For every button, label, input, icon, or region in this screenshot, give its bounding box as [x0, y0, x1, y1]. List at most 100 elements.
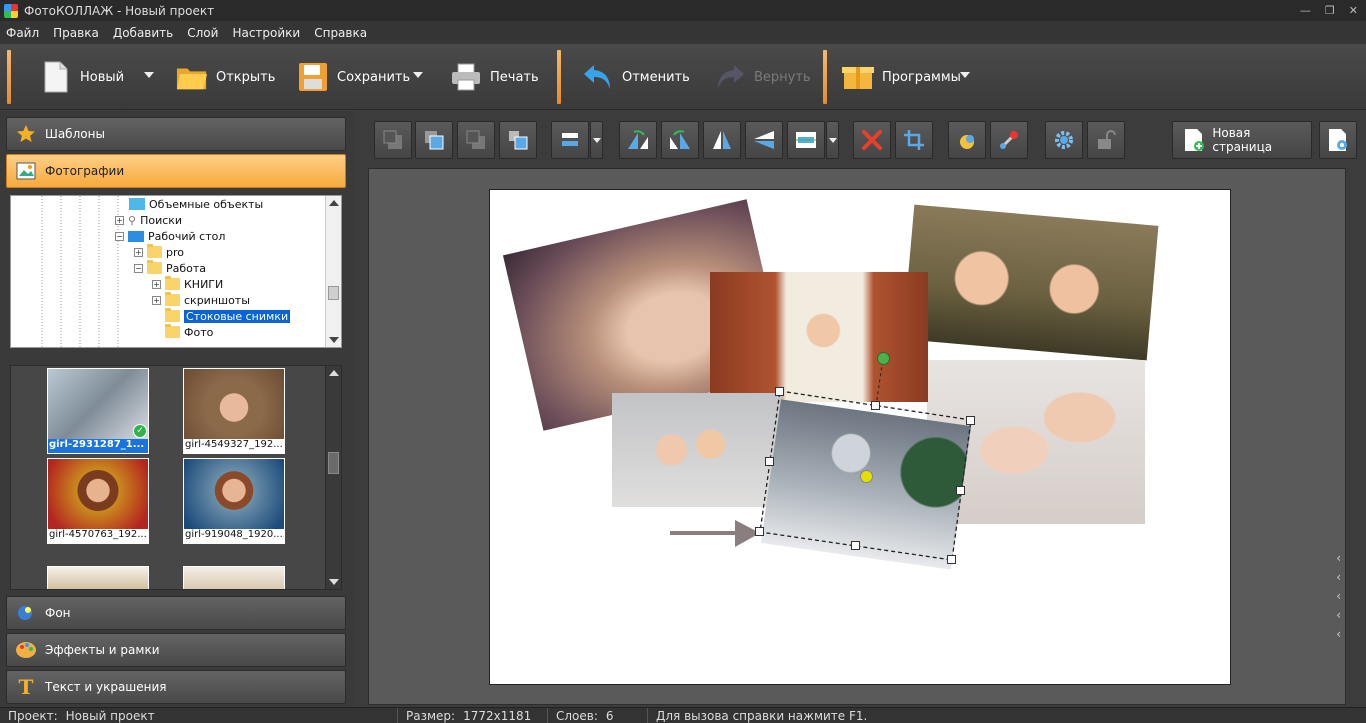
text-section-header[interactable]: T Текст и украшения: [6, 670, 346, 704]
lock-button[interactable]: [1087, 121, 1125, 159]
chevron-left-icon[interactable]: ‹: [1336, 608, 1341, 622]
collapse-icon[interactable]: −: [115, 231, 124, 241]
crop-button[interactable]: [895, 121, 933, 159]
menu-layer[interactable]: Слой: [187, 26, 218, 40]
rotate-handle[interactable]: [877, 352, 890, 365]
close-icon[interactable]: ✕: [1349, 4, 1358, 17]
open-button[interactable]: Открыть: [176, 50, 275, 104]
thumbnail-item[interactable]: ✓ girl-2931287_1...: [47, 368, 149, 454]
send-backward-button[interactable]: [457, 121, 495, 159]
resize-handle[interactable]: [966, 416, 975, 425]
print-button[interactable]: Печать: [450, 50, 539, 104]
folder-tree[interactable]: Объемные объекты + ⚲ Поиски − Рабочий ст…: [10, 195, 342, 348]
scroll-up-icon[interactable]: [329, 370, 339, 376]
delete-button[interactable]: [853, 121, 891, 159]
tree-scrollbar[interactable]: [325, 196, 341, 347]
selection-overlay: [670, 357, 972, 561]
thumbnail-item[interactable]: girl-4549327_192...: [183, 368, 285, 454]
workspace: ‹ ‹ ‹ ‹ ‹: [368, 168, 1346, 705]
rotate-left-button[interactable]: [619, 121, 657, 159]
background-section-header[interactable]: Фон: [6, 596, 346, 630]
new-page-button[interactable]: Новая страница: [1172, 121, 1312, 159]
tree-item[interactable]: + КНИГИ: [152, 276, 223, 292]
bring-forward-button[interactable]: [499, 121, 537, 159]
tree-item[interactable]: + ⚲ Поиски: [115, 212, 182, 228]
undo-arrow-icon: [582, 59, 614, 95]
resize-handle[interactable]: [775, 387, 784, 396]
menu-help[interactable]: Справка: [314, 26, 367, 40]
chevron-left-icon[interactable]: ‹: [1336, 570, 1341, 584]
effects-button[interactable]: [948, 121, 986, 159]
rotate-right-button[interactable]: [661, 121, 699, 159]
align-icon: [562, 133, 578, 146]
menu-file[interactable]: Файл: [6, 26, 39, 40]
programs-dropdown-icon[interactable]: [960, 72, 970, 78]
chevron-left-icon[interactable]: ‹: [1336, 589, 1341, 603]
bring-to-front-icon: [425, 131, 444, 150]
expand-icon[interactable]: +: [152, 279, 161, 289]
templates-section-header[interactable]: Шаблоны: [6, 117, 346, 151]
chevron-left-icon[interactable]: ‹: [1336, 627, 1341, 641]
center-handle[interactable]: [860, 470, 873, 483]
status-hint: Для вызова справки нажмите F1.: [656, 708, 868, 723]
collapse-icon[interactable]: −: [134, 263, 143, 273]
menu-edit[interactable]: Правка: [53, 26, 99, 40]
resize-handle[interactable]: [755, 527, 764, 536]
effects-section-header[interactable]: Эффекты и рамки: [6, 633, 346, 667]
tree-item[interactable]: + pro: [134, 244, 184, 260]
flip-horizontal-button[interactable]: [703, 121, 741, 159]
maximize-icon[interactable]: ❐: [1325, 4, 1335, 17]
undo-button-label: Отменить: [622, 69, 690, 85]
page-settings-button[interactable]: [1319, 121, 1357, 159]
thumbnail-item[interactable]: girl-919048_1920....: [183, 458, 285, 544]
undo-button[interactable]: Отменить: [582, 50, 690, 104]
resize-handle[interactable]: [851, 541, 860, 550]
thumbnail-item[interactable]: girl-4570763_192...: [47, 458, 149, 544]
resize-handle[interactable]: [947, 555, 956, 564]
scroll-up-icon[interactable]: [329, 200, 339, 206]
tree-item-selected[interactable]: Стоковые снимки: [165, 308, 291, 324]
rotate-left-icon: [628, 130, 648, 149]
menu-settings[interactable]: Настройки: [232, 26, 300, 40]
settings-button[interactable]: [1045, 121, 1083, 159]
menu-add[interactable]: Добавить: [113, 26, 173, 40]
send-backward-icon: [466, 130, 485, 149]
thumbnails-scrollbar[interactable]: [325, 366, 341, 589]
save-button[interactable]: Сохранить: [297, 50, 410, 104]
expand-icon[interactable]: +: [115, 215, 124, 225]
resize-handle[interactable]: [871, 401, 880, 410]
align-button[interactable]: [551, 121, 589, 159]
expand-icon[interactable]: +: [152, 295, 161, 305]
scroll-thumb[interactable]: [328, 452, 339, 474]
paint-drop-icon: [15, 602, 37, 624]
redo-button[interactable]: Вернуть: [714, 50, 811, 104]
thumbnail-item[interactable]: [47, 566, 149, 589]
align-dropdown-button[interactable]: [590, 121, 603, 159]
tree-item[interactable]: Объемные объекты: [129, 196, 263, 212]
flip-vertical-button[interactable]: [745, 121, 783, 159]
resize-handle[interactable]: [765, 457, 774, 466]
photos-section-header[interactable]: Фотографии: [6, 154, 346, 188]
save-dropdown-icon[interactable]: [413, 72, 423, 78]
scroll-down-icon[interactable]: [329, 337, 339, 343]
tree-item[interactable]: − Рабочий стол: [115, 228, 225, 244]
chevron-left-icon[interactable]: ‹: [1336, 551, 1341, 565]
resize-handle[interactable]: [956, 486, 965, 495]
tree-item[interactable]: − Работа: [134, 260, 206, 276]
tree-item[interactable]: Фото: [165, 324, 213, 340]
thumbnail-item[interactable]: [183, 566, 285, 589]
new-button[interactable]: Новый: [40, 50, 124, 104]
tree-item[interactable]: + скриншоты: [152, 292, 250, 308]
expand-icon[interactable]: +: [134, 247, 143, 257]
fit-dropdown-button[interactable]: [826, 121, 839, 159]
fit-button[interactable]: [787, 121, 825, 159]
scroll-thumb[interactable]: [328, 286, 339, 300]
tools-button[interactable]: [990, 121, 1028, 159]
send-to-back-button[interactable]: [374, 121, 412, 159]
collage-canvas[interactable]: [489, 189, 1231, 685]
scroll-down-icon[interactable]: [329, 579, 339, 585]
minimize-icon[interactable]: —: [1300, 4, 1311, 17]
new-dropdown-icon[interactable]: [144, 72, 154, 78]
programs-button[interactable]: Программы: [842, 50, 961, 104]
bring-to-front-button[interactable]: [415, 121, 453, 159]
